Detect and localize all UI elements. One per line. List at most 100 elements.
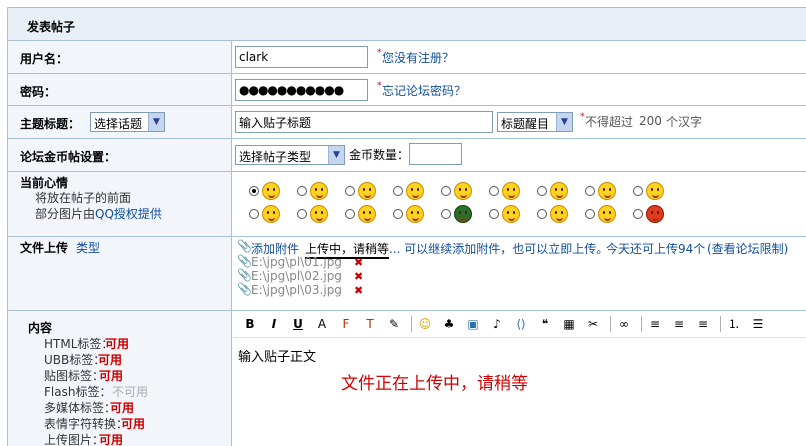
username-field[interactable] bbox=[235, 46, 368, 68]
mascot-icon[interactable]: ♣ bbox=[440, 315, 458, 333]
required-mark: * bbox=[377, 48, 382, 58]
post-type-select[interactable]: 选择帖子类型 ▼ bbox=[235, 145, 345, 165]
mood-emoticon-icon[interactable] bbox=[502, 205, 520, 223]
font-face-icon[interactable]: F bbox=[337, 315, 355, 333]
toolbar-separator bbox=[720, 316, 721, 332]
font-color-icon[interactable]: T bbox=[361, 315, 379, 333]
quote-icon[interactable]: ❝ bbox=[536, 315, 554, 333]
qq-credit-link[interactable]: QQ授权提供 bbox=[95, 205, 162, 222]
tag-name: 多媒体标签： bbox=[44, 401, 117, 415]
subject-label: 主题标题： bbox=[20, 117, 81, 131]
editor-area[interactable]: 输入贴子正文 文件正在上传中，请稍等 bbox=[233, 337, 806, 446]
clean-icon[interactable]: ✂ bbox=[584, 315, 602, 333]
remove-attachment-icon[interactable]: ✖ bbox=[354, 256, 363, 269]
form-title: 发表帖子 bbox=[27, 20, 76, 34]
mood-radio-11[interactable] bbox=[297, 209, 307, 219]
mood-emoticon-icon[interactable] bbox=[358, 182, 376, 200]
title-style-select[interactable]: 标题醒目 ▼ bbox=[497, 112, 573, 132]
bold-icon[interactable]: B bbox=[241, 315, 259, 333]
view-limit-link[interactable]: (查看论坛限制) bbox=[707, 240, 788, 257]
mood-emoticon-icon[interactable] bbox=[502, 182, 520, 200]
mood-radio-13[interactable] bbox=[393, 209, 403, 219]
attachment-filename: E:\jpg\pl\01.jpg bbox=[251, 255, 342, 269]
mood-radio-7[interactable] bbox=[537, 186, 547, 196]
password-field[interactable] bbox=[235, 79, 368, 101]
mood-emoticon-icon[interactable] bbox=[646, 182, 664, 200]
music-icon[interactable]: ♪ bbox=[488, 315, 506, 333]
file-type-link[interactable]: 类型 bbox=[76, 239, 100, 256]
unordered-list-icon[interactable]: ☰ bbox=[749, 315, 767, 333]
mood-emoticon-icon[interactable] bbox=[406, 205, 424, 223]
password-row: 密码： * 忘记论坛密码？ bbox=[8, 74, 806, 106]
mood-radio-18[interactable] bbox=[633, 209, 643, 219]
image-icon[interactable]: ▣ bbox=[464, 315, 482, 333]
toolbar-separator bbox=[411, 316, 412, 332]
mood-radio-1[interactable] bbox=[249, 186, 259, 196]
mood-radio-8[interactable] bbox=[585, 186, 595, 196]
mood-emoticon-icon[interactable] bbox=[646, 205, 664, 223]
table-icon[interactable]: ▦ bbox=[560, 315, 578, 333]
mood-picker bbox=[233, 172, 806, 236]
align-left-icon[interactable]: ≡ bbox=[646, 315, 664, 333]
italic-icon[interactable]: I bbox=[265, 315, 283, 333]
link-icon[interactable]: ∞ bbox=[615, 315, 633, 333]
upload-label: 文件上传 bbox=[20, 241, 69, 255]
align-right-icon[interactable]: ≡ bbox=[694, 315, 712, 333]
tag-status: 可用 bbox=[110, 401, 135, 415]
attachment-filename: E:\jpg\pl\02.jpg bbox=[251, 269, 342, 283]
password-label: 密码： bbox=[20, 85, 57, 99]
post-form: 发表帖子 用户名： * 您没有注册？ 密码： * 忘记论坛密码？ 主题标题： 选… bbox=[7, 7, 806, 446]
mood-emoticon-icon[interactable] bbox=[262, 205, 280, 223]
content-row: 内容 HTML标签： 可用 UBB标签： 可用 贴图标签： 可用 Flash标签： 不可用 多媒… bbox=[8, 311, 806, 446]
required-mark: * bbox=[580, 112, 585, 122]
code-icon[interactable]: ⟨⟩ bbox=[512, 315, 530, 333]
mood-radio-16[interactable] bbox=[537, 209, 547, 219]
mood-radio-10[interactable] bbox=[249, 209, 259, 219]
chevron-down-icon: ▼ bbox=[556, 113, 572, 131]
upload-overlay-message: 文件正在上传中，请稍等 bbox=[341, 374, 528, 394]
paperclip-icon: 📎 bbox=[237, 254, 252, 268]
mood-radio-2[interactable] bbox=[297, 186, 307, 196]
continue-text: ... 可以继续添加附件，也可以立即上传。 bbox=[389, 242, 609, 256]
mood-radio-9[interactable] bbox=[633, 186, 643, 196]
mood-emoticon-icon[interactable] bbox=[310, 205, 328, 223]
mood-emoticon-icon[interactable] bbox=[550, 182, 568, 200]
font-size-icon[interactable]: A bbox=[313, 315, 331, 333]
mood-radio-14[interactable] bbox=[441, 209, 451, 219]
subject-row: 主题标题： 选择话题▼ 标题醒目▼ * 不得超过 200 个汉字 bbox=[8, 106, 806, 139]
register-link[interactable]: 您没有注册？ bbox=[382, 49, 454, 66]
mood-radio-3[interactable] bbox=[345, 186, 355, 196]
gold-amount-input[interactable] bbox=[409, 143, 462, 165]
subject-hint: 不得超过 bbox=[585, 115, 634, 129]
smiley-icon[interactable]: ☺ bbox=[416, 315, 434, 333]
mood-emoticon-icon[interactable] bbox=[310, 182, 328, 200]
align-center-icon[interactable]: ≡ bbox=[670, 315, 688, 333]
mood-radio-4[interactable] bbox=[393, 186, 403, 196]
mood-emoticon-icon[interactable] bbox=[598, 182, 616, 200]
mood-emoticon-icon[interactable] bbox=[454, 182, 472, 200]
topic-select[interactable]: 选择话题 ▼ bbox=[90, 112, 165, 132]
remove-attachment-icon[interactable]: ✖ bbox=[354, 284, 363, 297]
remove-attachment-icon[interactable]: ✖ bbox=[354, 270, 363, 283]
ordered-list-icon[interactable]: ⒈ bbox=[725, 315, 743, 333]
mood-emoticon-icon[interactable] bbox=[454, 205, 472, 223]
username-row: 用户名： * 您没有注册？ bbox=[8, 41, 806, 74]
underline-icon[interactable]: U bbox=[289, 315, 307, 333]
attachment-filename: E:\jpg\pl\03.jpg bbox=[251, 283, 342, 297]
mood-radio-15[interactable] bbox=[489, 209, 499, 219]
mood-radio-5[interactable] bbox=[441, 186, 451, 196]
mood-row: 当前心情 将放在帖子的前面 部分图片由 QQ授权提供 bbox=[8, 172, 806, 237]
subject-hint2: 个汉字 bbox=[666, 115, 703, 129]
mood-emoticon-icon[interactable] bbox=[358, 205, 376, 223]
subject-input[interactable] bbox=[235, 111, 493, 133]
mood-radio-17[interactable] bbox=[585, 209, 595, 219]
highlight-icon[interactable]: ✎ bbox=[385, 315, 403, 333]
mood-emoticon-icon[interactable] bbox=[262, 182, 280, 200]
mood-emoticon-icon[interactable] bbox=[598, 205, 616, 223]
mood-emoticon-icon[interactable] bbox=[406, 182, 424, 200]
tag-status: 可用 bbox=[121, 417, 146, 431]
mood-radio-6[interactable] bbox=[489, 186, 499, 196]
mood-radio-12[interactable] bbox=[345, 209, 355, 219]
forgot-password-link[interactable]: 忘记论坛密码？ bbox=[382, 82, 466, 99]
mood-emoticon-icon[interactable] bbox=[550, 205, 568, 223]
